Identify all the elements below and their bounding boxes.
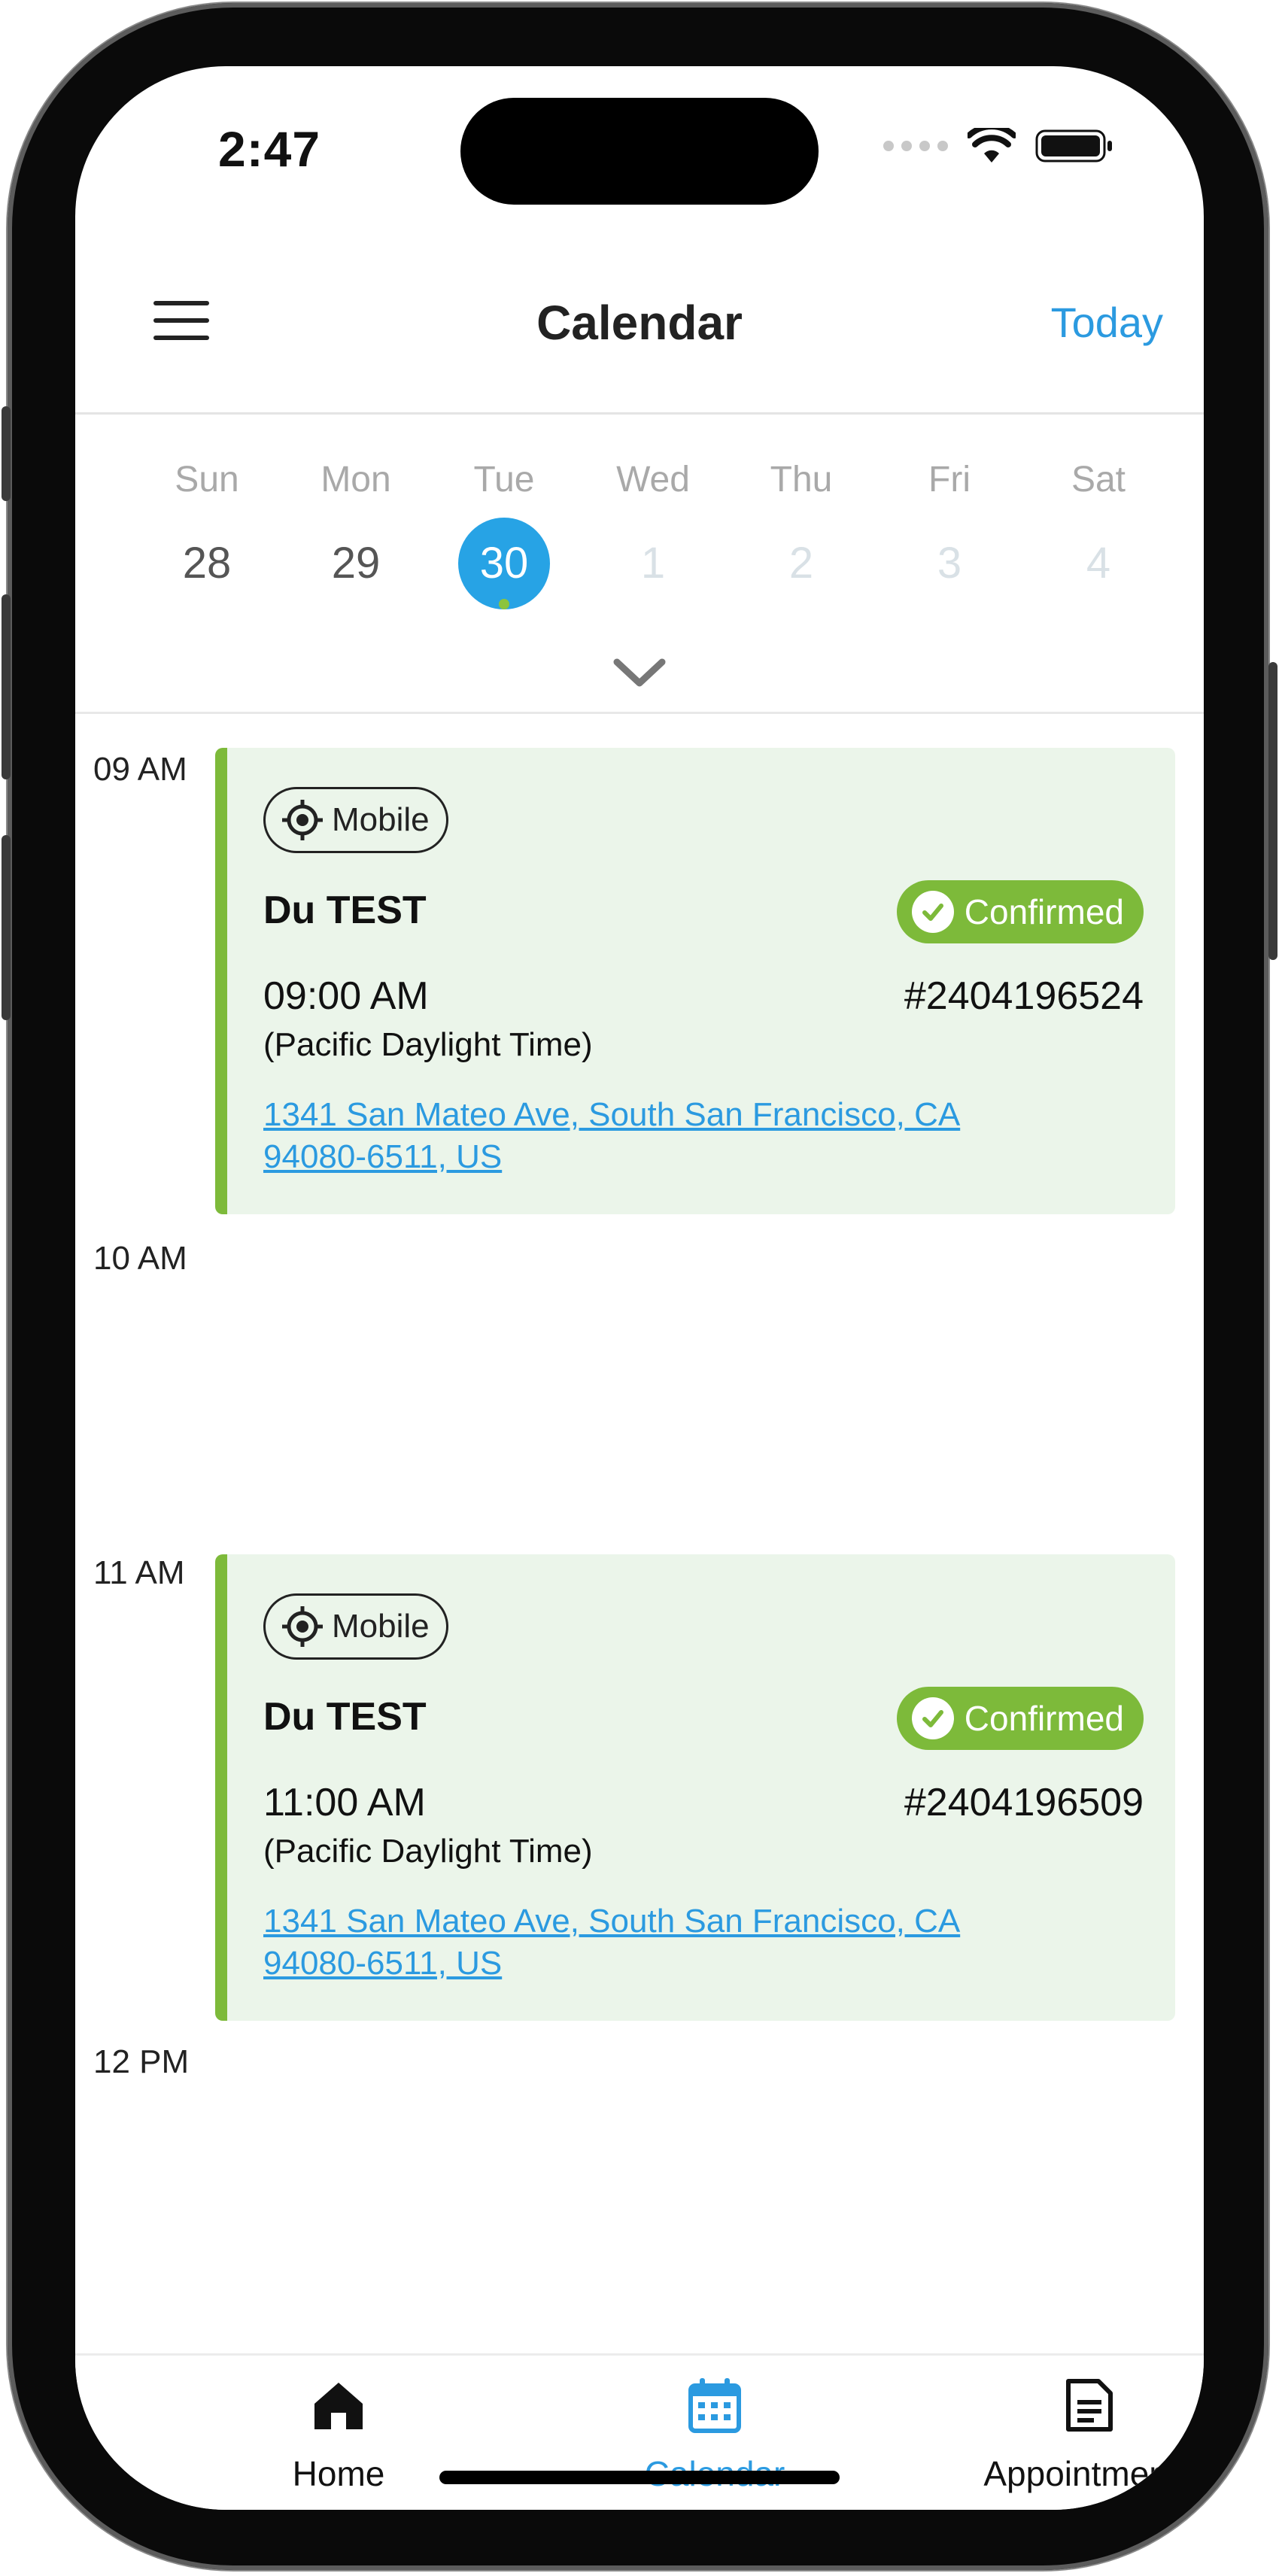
event-indicator-dot [499,599,509,609]
day-date: 28 [182,539,232,588]
chevron-down-icon[interactable] [609,653,670,691]
day-date: 29 [331,539,381,588]
appointment-type: Mobile [332,801,430,838]
tab-home[interactable]: Home [188,2356,489,2510]
volume-down-button [2,835,11,1020]
address-line-1: 1341 San Mateo Ave, South San Francisco,… [263,1096,961,1133]
time-label: 09 AM [93,751,187,788]
appointment-type: Mobile [332,1608,430,1645]
appointment-number: #2404196509 [904,1781,1144,1824]
appointment-card[interactable]: Mobile Du TEST Confirmed 09:00 AM (Pacif… [215,748,1175,1214]
app-header: Calendar Today [75,241,1204,415]
calendar-icon [688,2378,741,2433]
day-timeline: 09 AM 10 AM 11 AM 12 PM Mobile Du TEST C… [75,713,1204,2331]
home-icon [314,2383,363,2429]
appointment-time: 11:00 AM [263,1781,426,1824]
day-name: Fri [928,460,971,500]
day-date: 1 [640,539,666,588]
status-badge: Confirmed [896,1687,1144,1750]
time-label: 11 AM [93,1554,185,1591]
customer-name: Du TEST [263,889,427,932]
target-location-icon [282,800,323,840]
day-name: Mon [321,460,391,500]
target-location-icon [282,1606,323,1647]
appointment-card[interactable]: Mobile Du TEST Confirmed 11:00 AM (Pacif… [215,1554,1175,2021]
time-label: 10 AM [93,1240,187,1277]
appointment-number: #2404196524 [904,974,1144,1018]
action-button [2,406,11,501]
battery-icon [1035,129,1112,163]
home-indicator[interactable] [439,2471,840,2484]
address-link[interactable]: 1341 San Mateo Ave, South San Francisco,… [263,1094,1091,1178]
day-date: 3 [937,539,962,588]
selected-day-date: 30 [458,518,550,609]
tab-label: Appointments [983,2454,1195,2493]
status-icons [883,128,1113,164]
status-label: Confirmed [964,1699,1124,1738]
dynamic-island [460,98,819,205]
status-label: Confirmed [964,892,1124,931]
app-screen: 2:47 Calendar Today Sun 28 Mon 29 Tue 30… [75,66,1204,2510]
volume-up-button [2,594,11,779]
address-line-1: 1341 San Mateo Ave, South San Francisco,… [263,1903,961,1940]
status-time: 2:47 [218,121,321,177]
appointment-time: 09:00 AM [263,974,429,1018]
day-name: Wed [616,460,690,500]
day-name: Sun [175,460,239,500]
customer-name: Du TEST [263,1695,427,1739]
time-label: 12 PM [93,2043,190,2080]
address-line-2: 94080-6511, US [263,1138,503,1175]
day-name: Thu [770,460,833,500]
signal-dots-icon [883,141,948,151]
document-icon [1066,2379,1113,2432]
power-button [1268,662,1277,960]
week-strip: Sun 28 Mon 29 Tue 30 Wed 1 Thu 2 Fri 3 S… [75,412,1204,714]
wifi-icon [968,128,1016,163]
checkmark-icon [911,891,954,933]
mobile-type-pill: Mobile [263,787,448,853]
status-badge: Confirmed [896,880,1144,943]
appointment-timezone: (Pacific Daylight Time) [263,1833,593,1870]
bottom-tab-bar: Home Calendar Appointments [75,2353,1204,2510]
today-button[interactable]: Today [1051,298,1163,347]
day-name: Tue [473,460,535,500]
address-link[interactable]: 1341 San Mateo Ave, South San Francisco,… [263,1900,1091,1985]
appointment-timezone: (Pacific Daylight Time) [263,1026,593,1063]
day-date: 2 [788,539,814,588]
day-name: Sat [1071,460,1126,500]
checkmark-icon [911,1697,954,1739]
tab-calendar[interactable]: Calendar [564,2356,865,2510]
page-title: Calendar [536,296,743,350]
address-line-2: 94080-6511, US [263,1945,503,1982]
mobile-type-pill: Mobile [263,1593,448,1660]
tab-appointments[interactable]: Appointments [939,2356,1204,2510]
day-date: 4 [1086,539,1111,588]
